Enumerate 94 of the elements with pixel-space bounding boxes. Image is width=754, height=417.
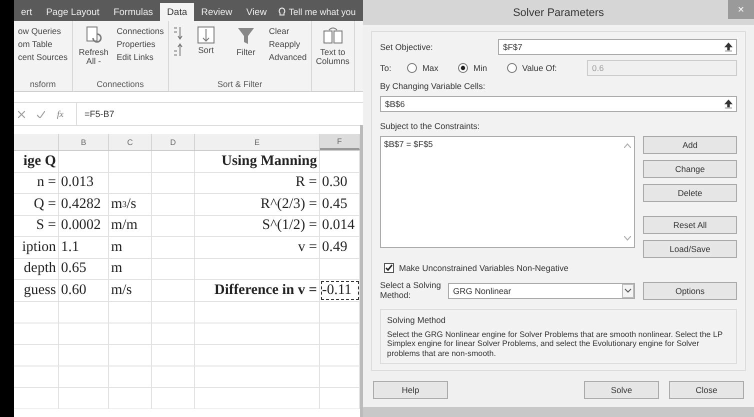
table-cell: 0.65: [59, 258, 109, 279]
table-cell: v =: [195, 237, 320, 258]
ribbon-command[interactable]: cent Sources: [18, 52, 68, 62]
ribbon-button-label[interactable]: Refresh All -: [76, 48, 111, 67]
dialog-button[interactable]: Reset All: [643, 216, 737, 234]
dialog-button[interactable]: Add: [643, 136, 737, 154]
sort-descending-icon[interactable]: [172, 43, 183, 57]
ribbon-tab[interactable]: View: [239, 3, 274, 21]
dialog-button[interactable]: Delete: [643, 184, 737, 202]
checkbox[interactable]: [384, 263, 394, 273]
columns-icon: [322, 26, 343, 46]
table-cell: iption: [14, 237, 59, 258]
group-label: nsform: [30, 79, 56, 89]
table-cell: n =: [14, 172, 59, 193]
ribbon-command[interactable]: ow Queries: [18, 26, 68, 36]
tell-me-field[interactable]: Tell me what you: [288, 7, 356, 17]
ribbon-command[interactable]: Properties: [116, 39, 164, 49]
field-label: To:: [380, 63, 392, 73]
ribbon-command[interactable]: Edit Links: [116, 52, 164, 62]
table-cell: 0.4282: [59, 194, 109, 214]
objective-field[interactable]: $F$7: [498, 39, 737, 55]
ribbon-tab[interactable]: Page Layout: [39, 3, 106, 21]
field-label: Select a Solving Method:: [380, 281, 442, 301]
radio-option[interactable]: Max: [407, 63, 438, 73]
sort-ascending-icon[interactable]: [172, 26, 183, 40]
scroll-up-icon[interactable]: [624, 143, 631, 148]
dropdown-caret-icon[interactable]: [622, 284, 634, 298]
ribbon-button-label[interactable]: Filter: [236, 48, 256, 58]
table-cell: m/m: [109, 216, 152, 236]
radio-option[interactable]: Min: [458, 63, 488, 73]
radio-circle-icon[interactable]: [507, 63, 518, 73]
filter-icon: [236, 26, 255, 46]
radio-circle-icon[interactable]: [407, 63, 418, 73]
ribbon-tab[interactable]: ert: [14, 3, 40, 21]
table-cell: Q =: [14, 194, 59, 214]
table-cell: ige Q: [14, 151, 59, 172]
dialog-button[interactable]: Solve: [584, 381, 659, 400]
ribbon-tab[interactable]: Formulas: [106, 3, 160, 21]
ribbon-command[interactable]: om Table: [18, 39, 68, 49]
collapse-dialog-icon[interactable]: [724, 42, 733, 52]
constraints-list[interactable]: $B$7 = $F$5: [380, 136, 635, 248]
table-cell: depth: [14, 258, 59, 279]
table-cell: R =: [195, 172, 320, 193]
variable-cells-field[interactable]: $B$6: [380, 96, 737, 112]
ribbon-button-label[interactable]: Sort: [198, 46, 214, 56]
window-title: Solver Parameters: [512, 6, 604, 18]
table-cell: 0.60: [59, 280, 109, 300]
ribbon-command[interactable]: Reapply: [268, 39, 307, 49]
ribbon-command[interactable]: Connections: [116, 26, 164, 36]
checkbox-label[interactable]: Make Unconstrained Variables Non-Negative: [399, 263, 568, 273]
column-header[interactable]: C: [109, 134, 152, 150]
ribbon-tab[interactable]: Review: [194, 3, 240, 21]
radio-option[interactable]: Value Of:: [507, 63, 557, 73]
field-label: By Changing Variable Cells:: [380, 81, 486, 91]
table-cell: guess: [14, 280, 59, 300]
table-cell: S =: [14, 216, 59, 236]
field-label: Subject to the Constraints:: [380, 121, 481, 131]
cancel-icon[interactable]: [18, 110, 25, 118]
ribbon-command[interactable]: Advanced: [268, 52, 307, 62]
group-label: Sort & Filter: [217, 79, 262, 89]
table-cell: 1.1: [59, 237, 109, 258]
ribbon-tab[interactable]: Data: [160, 3, 194, 21]
table-cell: Using Manning: [195, 151, 320, 172]
description-text: Select the GRG Nonlinear engine for Solver Problems that are smooth nonlinear. Select the LP Simplex engine for linear Solver Problems, and select the Evolutionary engine for Solver problems that are non-smooth.: [387, 330, 724, 358]
dialog-button[interactable]: Load/Save: [643, 240, 737, 258]
scroll-down-icon[interactable]: [624, 236, 631, 241]
check-icon[interactable]: [37, 110, 45, 118]
table-cell: R^(2/3) =: [195, 194, 320, 214]
table-cell: m/s: [109, 280, 152, 300]
table-cell: Difference in v =: [195, 280, 320, 300]
table-cell: 0.013: [59, 172, 109, 193]
dialog-button[interactable]: Help: [373, 381, 448, 400]
table-cell: m: [109, 258, 152, 279]
ribbon-button-label[interactable]: Text to Columns: [316, 48, 350, 67]
sort-icon: [196, 26, 215, 44]
column-header[interactable]: B: [59, 134, 109, 150]
collapse-dialog-icon[interactable]: [724, 99, 733, 109]
group-label: Connections: [96, 79, 144, 89]
field-label: Set Objective:: [380, 42, 434, 52]
method-dropdown[interactable]: GRG Nonlinear: [448, 282, 635, 299]
lightbulb-icon: [278, 7, 286, 17]
column-header[interactable]: F: [320, 134, 360, 150]
section-title: Solving Method: [387, 314, 447, 325]
dialog-button[interactable]: Close: [669, 381, 744, 400]
column-header[interactable]: D: [152, 134, 195, 150]
insert-function-label[interactable]: fx: [57, 109, 64, 119]
radio-circle-icon[interactable]: [458, 63, 468, 73]
constraint-item[interactable]: $B$7 = $F$5: [384, 139, 631, 149]
ribbon-command[interactable]: Clear: [268, 26, 307, 36]
table-cell: m: [109, 237, 152, 258]
dialog-button[interactable]: Options: [643, 282, 737, 300]
table-cell: S^(1/2) =: [195, 216, 320, 236]
table-cell: 0.0002: [59, 216, 109, 236]
dialog-button[interactable]: Change: [643, 160, 737, 178]
